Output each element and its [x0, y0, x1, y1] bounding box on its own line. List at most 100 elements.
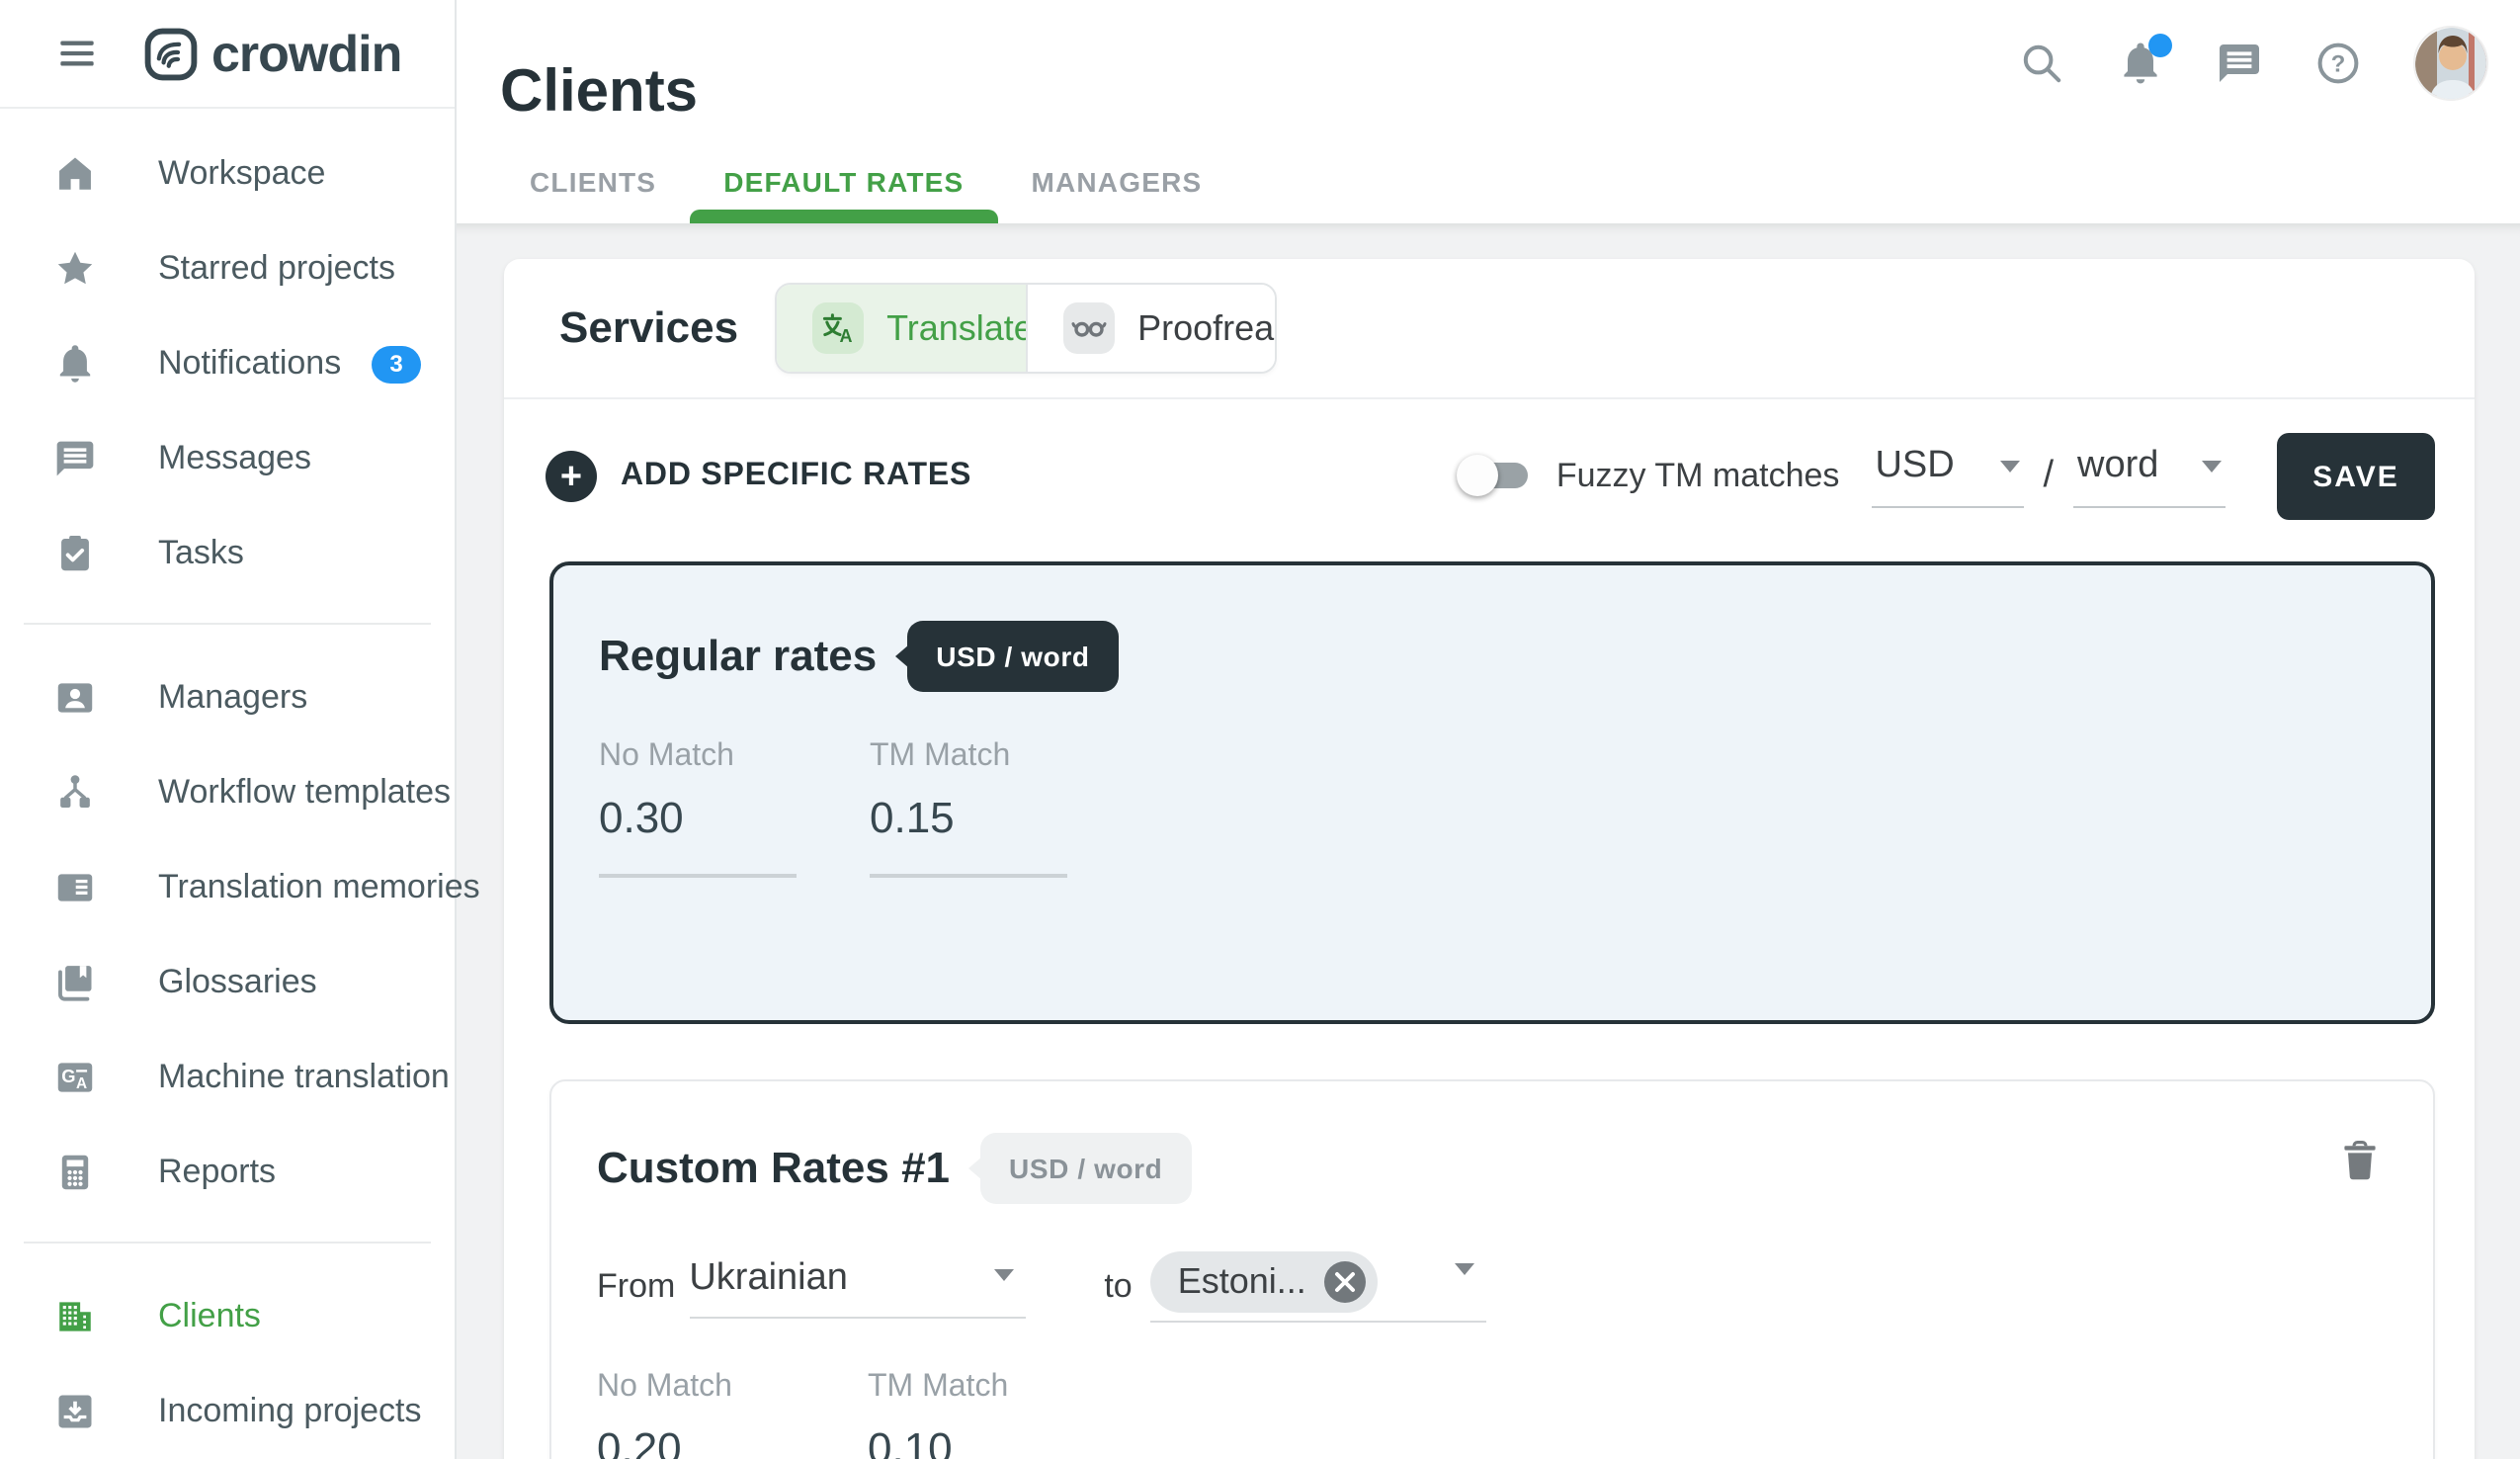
- save-button[interactable]: SAVE: [2277, 433, 2435, 520]
- rates-toolbar-right: Fuzzy TM matches USD / word SAVE: [1458, 433, 2435, 520]
- regular-rates-title-row: Regular rates USD / word: [599, 621, 2431, 692]
- regular-rates-title: Regular rates: [599, 631, 877, 682]
- no-match-rate-input[interactable]: 0.30: [599, 793, 797, 878]
- main-area: Clients CLIENTS DEFAULT RATES MANAGERS: [457, 0, 2520, 1459]
- logo-bar: crowdin: [0, 0, 455, 109]
- tab-clients[interactable]: CLIENTS: [496, 140, 690, 223]
- fuzzy-tm-label: Fuzzy TM matches: [1556, 457, 1840, 496]
- service-switcher: A Translate: [774, 283, 1276, 374]
- clients-building-icon: [53, 1295, 97, 1338]
- language-pair-row: From Ukrainian to Estoni...: [597, 1251, 2378, 1323]
- plus-icon: +: [546, 451, 597, 502]
- header-actions: ?: [2018, 0, 2488, 125]
- app: crowdin Workspace Starred projects Notif…: [0, 0, 2520, 1459]
- no-match-field: No Match 0.30: [599, 739, 797, 878]
- custom-rates-title: Custom Rates #1: [597, 1143, 950, 1194]
- tm-match-rate-input[interactable]: 0.15: [870, 793, 1067, 878]
- chevron-down-icon: [993, 1268, 1013, 1280]
- content-area: Services A: [457, 223, 2520, 1459]
- screenshot: crowdin Workspace Starred projects Notif…: [0, 0, 2520, 1459]
- remove-language-icon[interactable]: [1324, 1261, 1366, 1303]
- proofread-glasses-icon: [1062, 302, 1114, 354]
- regular-rates-unit-badge: USD / word: [906, 621, 1119, 692]
- chat-icon: [53, 437, 97, 480]
- add-specific-rates-button[interactable]: + ADD SPECIFIC RATES: [546, 451, 971, 502]
- glossary-book-icon: [53, 961, 97, 1004]
- crowdin-logo-icon: [144, 27, 198, 80]
- sidebar-item-tasks[interactable]: Tasks: [0, 506, 455, 601]
- sidebar-item-workflow-templates[interactable]: Workflow templates: [0, 745, 455, 840]
- svg-text:G: G: [61, 1066, 75, 1086]
- tm-match-rate-input[interactable]: 0.10: [868, 1423, 1065, 1459]
- toggle-knob: [1458, 455, 1499, 496]
- translation-memory-icon: [53, 866, 97, 909]
- tm-match-field: TM Match 0.15: [870, 739, 1067, 878]
- services-row: Services A: [504, 259, 2475, 397]
- search-icon[interactable]: [2018, 39, 2065, 86]
- manager-card-icon: [53, 676, 97, 720]
- translate-icon: A: [811, 302, 863, 354]
- sidebar-item-reports[interactable]: Reports: [0, 1125, 455, 1220]
- notification-dot: [2148, 33, 2172, 56]
- source-language-select[interactable]: Ukrainian: [689, 1256, 1025, 1318]
- currency-select[interactable]: USD: [1871, 445, 2023, 508]
- notifications-count-badge: 3: [372, 345, 421, 383]
- service-option-translate[interactable]: A Translate: [776, 285, 1025, 372]
- custom-rates-title-row: Custom Rates #1 USD / word: [597, 1133, 2378, 1204]
- tab-default-rates[interactable]: DEFAULT RATES: [690, 140, 997, 223]
- reports-calculator-icon: [53, 1151, 97, 1194]
- home-icon: [53, 152, 97, 196]
- messages-icon[interactable]: [2216, 39, 2263, 86]
- sidebar-item-messages[interactable]: Messages: [0, 411, 455, 506]
- sidebar-item-clients[interactable]: Clients: [0, 1269, 455, 1364]
- sidebar-item-managers[interactable]: Managers: [0, 650, 455, 745]
- to-label: to: [1104, 1267, 1132, 1307]
- regular-rates-card: Regular rates USD / word No Match 0.30 T…: [549, 561, 2435, 1024]
- hamburger-menu-icon[interactable]: [57, 34, 97, 73]
- custom-rates-card: Custom Rates #1 USD / word From Ukrainia…: [549, 1079, 2435, 1459]
- crowdin-logo[interactable]: crowdin: [144, 23, 401, 84]
- sidebar-divider: [24, 623, 431, 625]
- no-match-rate-input[interactable]: 0.20: [597, 1423, 795, 1459]
- sidebar-item-incoming-projects[interactable]: Incoming projects: [0, 1364, 455, 1459]
- rates-toolbar: + ADD SPECIFIC RATES Fuzzy TM matches US…: [504, 399, 2475, 554]
- from-label: From: [597, 1267, 675, 1307]
- brand-name: crowdin: [211, 23, 401, 84]
- tm-match-field: TM Match 0.10: [868, 1370, 1065, 1459]
- tab-managers[interactable]: MANAGERS: [997, 140, 1235, 223]
- target-language-select[interactable]: Estoni...: [1150, 1251, 1486, 1323]
- sidebar-item-workspace[interactable]: Workspace: [0, 127, 455, 221]
- sidebar-item-machine-translation[interactable]: GA Machine translation: [0, 1030, 455, 1125]
- no-match-field: No Match 0.20: [597, 1370, 795, 1459]
- svg-text:?: ?: [2331, 50, 2346, 77]
- page-title: Clients: [500, 59, 698, 127]
- help-icon[interactable]: ?: [2314, 39, 2362, 86]
- machine-translation-icon: GA: [53, 1056, 97, 1099]
- default-rates-panel: Services A: [504, 259, 2475, 1459]
- sidebar-item-glossaries[interactable]: Glossaries: [0, 935, 455, 1030]
- sidebar-item-translation-memories[interactable]: Translation memories: [0, 840, 455, 935]
- incoming-inbox-icon: [53, 1390, 97, 1433]
- sidebar: crowdin Workspace Starred projects Notif…: [0, 0, 457, 1459]
- active-tab-underline: [690, 210, 997, 223]
- unit-select[interactable]: word: [2073, 445, 2226, 508]
- top-bar: Clients CLIENTS DEFAULT RATES MANAGERS: [457, 0, 2520, 223]
- chevron-down-icon: [1455, 1263, 1474, 1275]
- svg-text:A: A: [76, 1075, 87, 1092]
- fuzzy-tm-toggle[interactable]: [1458, 453, 1533, 500]
- chevron-down-icon: [1999, 461, 2019, 472]
- sidebar-item-notifications[interactable]: Notifications 3: [0, 316, 455, 411]
- per-separator: /: [2043, 455, 2054, 498]
- sidebar-item-starred-projects[interactable]: Starred projects: [0, 221, 455, 316]
- sidebar-nav: Workspace Starred projects Notifications…: [0, 109, 455, 1459]
- chevron-down-icon: [2202, 461, 2222, 472]
- tab-bar: CLIENTS DEFAULT RATES MANAGERS: [496, 140, 1235, 223]
- notifications-bell-icon[interactable]: [2117, 39, 2164, 86]
- service-option-proofread[interactable]: Proofread: [1025, 285, 1274, 372]
- star-icon: [53, 247, 97, 291]
- tasks-icon: [53, 532, 97, 575]
- workflow-icon: [53, 771, 97, 815]
- sidebar-divider: [24, 1242, 431, 1244]
- user-avatar[interactable]: [2413, 25, 2488, 100]
- delete-custom-rates-button[interactable]: [2338, 1137, 2382, 1184]
